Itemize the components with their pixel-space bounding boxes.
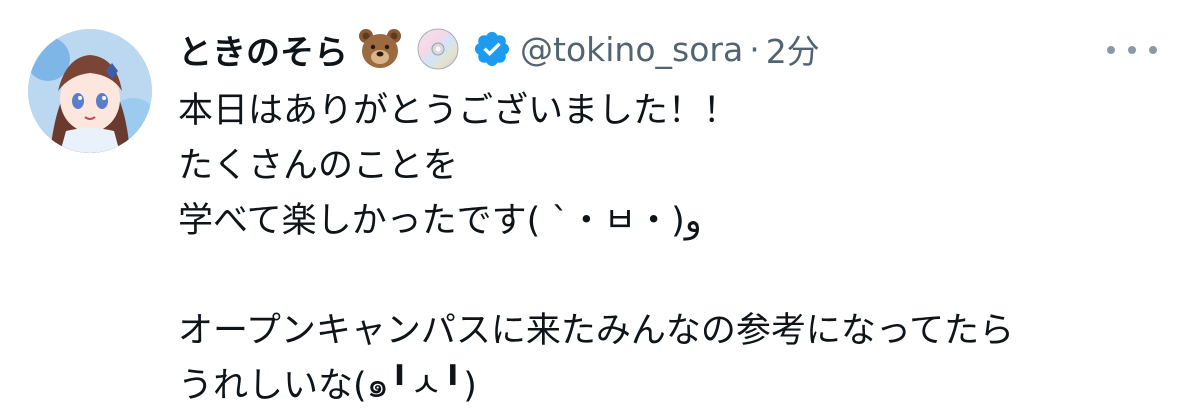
separator-dot: · xyxy=(749,29,760,69)
verified-badge-icon xyxy=(472,29,512,69)
tweet-line: 学べて楽しかったです( `・ㅂ・)و xyxy=(178,201,702,241)
avatar[interactable] xyxy=(28,29,152,153)
tweet-line: うれしいな(๑╹ㅅ╹) xyxy=(178,366,477,406)
disc-emoji xyxy=(412,23,464,75)
timestamp[interactable]: 2分 xyxy=(766,25,820,73)
display-name[interactable]: ときのそら xyxy=(178,25,348,74)
tweet-line: たくさんのことを xyxy=(178,146,459,186)
tweet-line: オープンキャンパスに来たみんなの参考になってたら xyxy=(178,311,1015,351)
more-options-icon[interactable] xyxy=(1107,38,1157,62)
tweet-line: 本日はありがとうございました！！ xyxy=(178,91,739,131)
bear-emoji xyxy=(354,23,406,75)
tweet-text: 本日はありがとうございました！！ たくさんのことを 学べて楽しかったです( `・… xyxy=(178,84,1158,414)
user-handle[interactable]: @tokino_sora xyxy=(520,30,743,69)
tweet-line xyxy=(178,249,1158,304)
tweet-header: ときのそら @tokino_sora · 2分 xyxy=(178,22,1139,76)
